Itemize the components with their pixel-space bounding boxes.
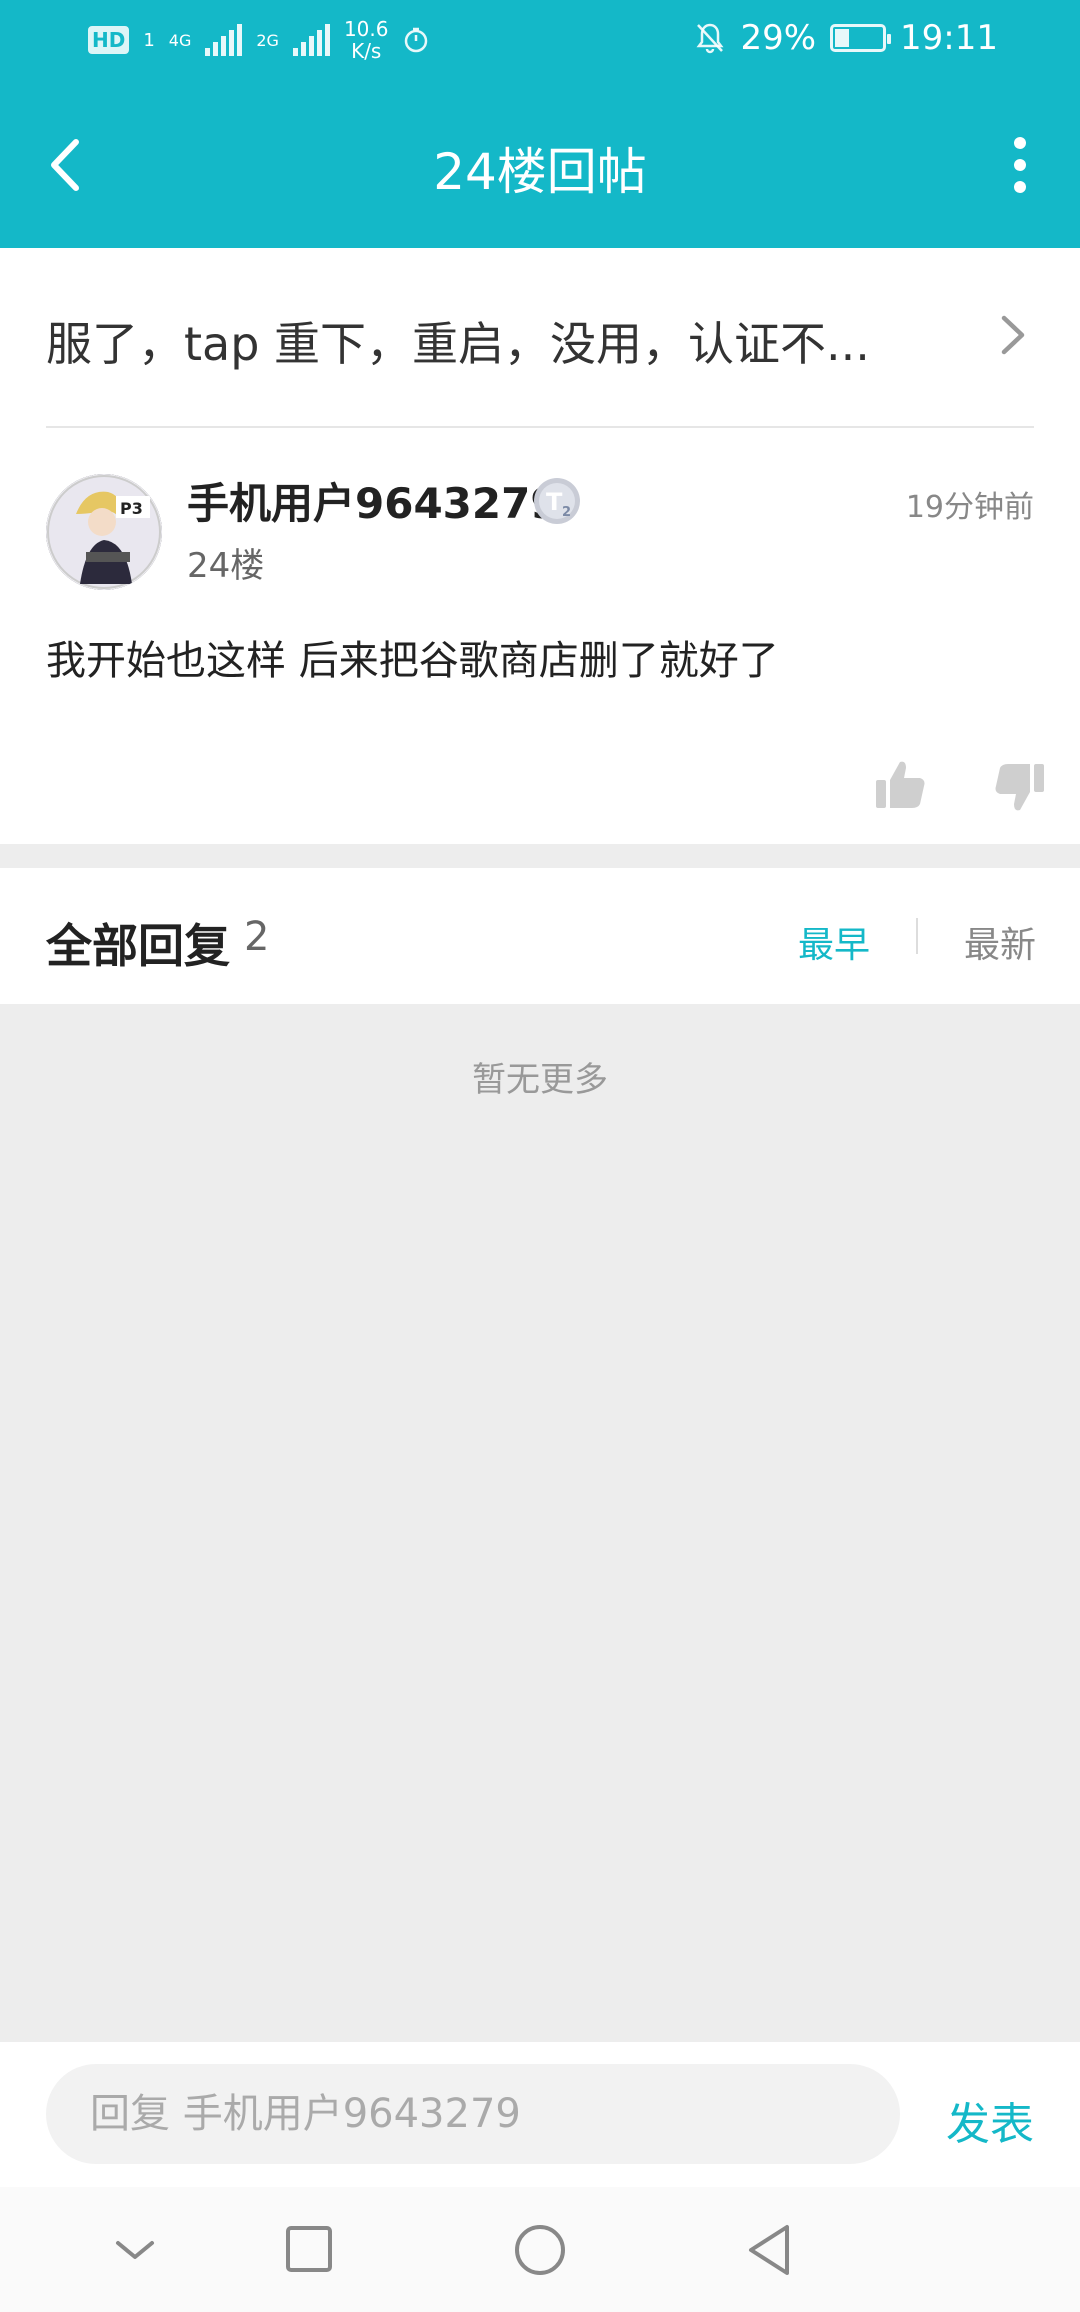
level-badge-icon: T 2 (534, 478, 580, 524)
thumbs-down-icon[interactable] (992, 760, 1048, 816)
status-right: 29% 19:11 (694, 18, 998, 58)
battery-icon (830, 24, 892, 52)
clock: 19:11 (900, 18, 998, 58)
more-dot-icon (1014, 159, 1026, 171)
more-dot-icon (1014, 181, 1026, 193)
more-dot-icon (1014, 137, 1026, 149)
mute-bell-icon (696, 23, 724, 54)
sim-number: 1 (143, 29, 155, 51)
page-title: 24楼回帖 (433, 143, 647, 201)
empty-state-text: 暂无更多 (472, 1060, 608, 1100)
net2-label: 2G (256, 30, 279, 50)
reply-input[interactable] (46, 2064, 900, 2164)
replies-count: 2 (244, 914, 270, 960)
signal-icon-2 (292, 24, 330, 56)
replies-header: 全部回复 2 最早 最新 (0, 868, 1080, 1004)
hd-badge: HD (88, 26, 130, 54)
svg-text:T: T (546, 488, 563, 516)
more-menu-button[interactable] (990, 130, 1050, 200)
post-content: 我开始也这样 后来把谷歌商店删了就好了 (46, 638, 779, 684)
divider (46, 426, 1034, 428)
speed-unit: K/s (351, 39, 382, 63)
svg-text:2: 2 (562, 505, 571, 520)
signal-icon (205, 24, 243, 56)
app-bar: 24楼回帖 (0, 110, 1080, 220)
thumbs-up-icon[interactable] (872, 756, 928, 812)
home-icon[interactable] (505, 2217, 575, 2283)
thread-title-link[interactable]: 服了，tap 重下，重启，没用，认证不... (46, 308, 946, 374)
system-nav-bar (0, 2187, 1080, 2312)
network-speed: 10.6 K/s (344, 18, 389, 62)
post-time: 19分钟前 (905, 490, 1034, 525)
avatar-image: P3 (46, 474, 162, 590)
chevron-right-icon[interactable] (992, 310, 1032, 360)
speed-value: 10.6 (343, 17, 389, 41)
floor-number: 24楼 (187, 546, 265, 586)
timer-icon (405, 27, 428, 53)
sort-latest-tab[interactable]: 最新 (964, 916, 1036, 968)
top-bar: HD 1 4G 2G 10.6 K/s 29% 19:11 24楼回帖 (0, 0, 1080, 248)
replies-title: 全部回复 (46, 919, 230, 973)
sort-divider (916, 918, 918, 954)
post-card: 服了，tap 重下，重启，没用，认证不... P3 手机用户9643279 T … (0, 248, 1080, 844)
username[interactable]: 手机用户9643279 (187, 470, 560, 531)
battery-percent: 29% (740, 18, 817, 58)
svg-text:P3: P3 (120, 499, 143, 518)
avatar[interactable]: P3 (46, 474, 162, 590)
reply-bar: 发表 (0, 2042, 1080, 2187)
status-bar: HD 1 4G 2G 10.6 K/s 29% 19:11 (0, 0, 1080, 80)
publish-button[interactable]: 发表 (946, 2088, 1034, 2152)
back-triangle-icon[interactable] (735, 2217, 805, 2283)
chevron-down-icon[interactable] (100, 2217, 170, 2283)
recent-apps-icon[interactable] (274, 2217, 344, 2283)
net1-label: 4G (168, 30, 192, 50)
sort-earliest-tab[interactable]: 最早 (798, 916, 870, 968)
status-left: HD 1 4G 2G 10.6 K/s (88, 18, 430, 62)
